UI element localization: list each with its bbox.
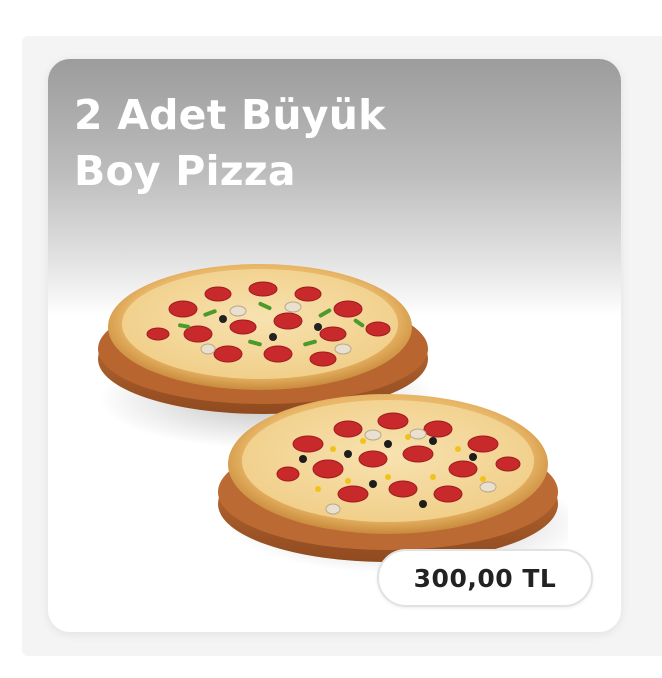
product-card[interactable]: 2 Adet Büyük Boy Pizza 300,00 TL	[48, 59, 621, 632]
product-image	[98, 264, 568, 574]
pizza-front	[218, 394, 568, 574]
product-title: 2 Adet Büyük Boy Pizza	[74, 87, 494, 199]
price-badge[interactable]: 300,00 TL	[377, 549, 593, 607]
product-title-line-2: Boy Pizza	[74, 147, 296, 195]
product-title-line-1: 2 Adet Büyük	[74, 91, 386, 139]
